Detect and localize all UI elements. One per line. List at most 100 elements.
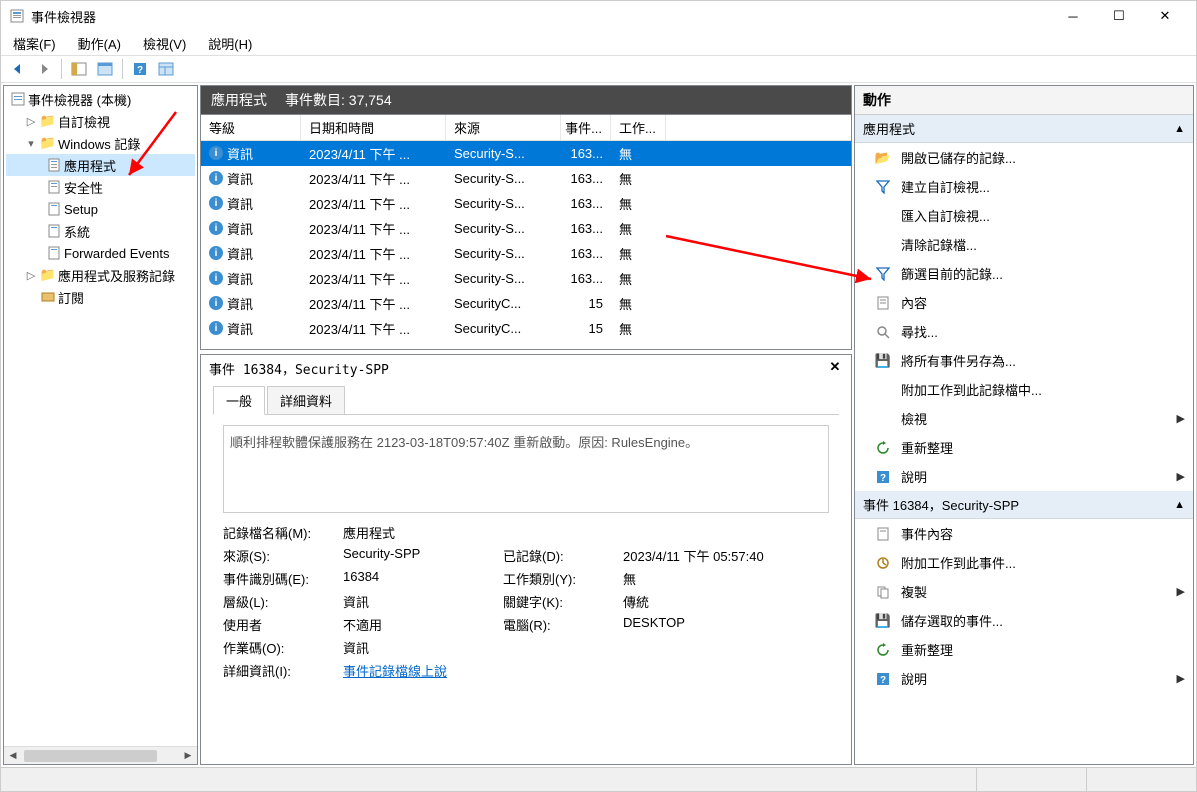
menu-help[interactable]: 說明(H) — [204, 32, 256, 55]
event-description[interactable]: 順利排程軟體保護服務在 2123-03-18T09:57:40Z 重新啟動。原因… — [223, 425, 829, 513]
action-attach-task-event[interactable]: 附加工作到此事件... — [855, 548, 1193, 577]
action-create-custom-view[interactable]: 建立自訂檢視... — [855, 172, 1193, 201]
action-view[interactable]: 檢視▶ — [855, 404, 1193, 433]
col-eventid[interactable]: 事件... — [561, 115, 611, 140]
view-options-button[interactable] — [155, 58, 177, 80]
label-eventid: 事件識別碼(E): — [223, 569, 343, 588]
folder-icon: 📁 — [40, 113, 56, 129]
statusbar — [1, 767, 1196, 791]
section-title-1: 應用程式 — [863, 119, 915, 138]
tab-details[interactable]: 詳細資料 — [267, 386, 345, 414]
section-title-2: 事件 16384，Security-SPP — [863, 495, 1019, 514]
action-find[interactable]: 尋找... — [855, 317, 1193, 346]
col-time[interactable]: 日期和時間 — [301, 115, 446, 140]
label-level: 層級(L): — [223, 592, 343, 611]
moreinfo-link[interactable]: 事件記錄檔線上說 — [343, 664, 447, 679]
forward-button[interactable] — [33, 58, 55, 80]
expand-icon[interactable]: ▷ — [24, 115, 38, 128]
tree-app-services[interactable]: ▷ 📁 應用程式及服務記錄 — [6, 264, 195, 286]
tree-security[interactable]: 安全性 — [6, 176, 195, 198]
value-user: 不適用 — [343, 615, 503, 634]
tree-hscrollbar[interactable]: ◀ ▶ — [4, 746, 197, 764]
tree-winlogs-label: Windows 記錄 — [58, 134, 140, 153]
collapse-icon[interactable]: ▲ — [1174, 499, 1185, 511]
col-task[interactable]: 工作... — [611, 115, 666, 140]
action-help-event[interactable]: ?說明▶ — [855, 664, 1193, 693]
label-taskcat: 工作類別(Y): — [503, 569, 623, 588]
actions-section-event[interactable]: 事件 16384，Security-SPP ▲ — [855, 491, 1193, 519]
event-row[interactable]: i資訊2023/4/11 下午 ...Security-S...163...無 — [201, 166, 851, 191]
label-user: 使用者 — [223, 615, 343, 634]
action-copy[interactable]: 複製▶ — [855, 577, 1193, 606]
maximize-button[interactable]: ☐ — [1096, 1, 1142, 31]
expand-icon[interactable]: ▷ — [24, 269, 38, 282]
menu-action[interactable]: 動作(A) — [74, 32, 125, 55]
collapse-icon[interactable]: ▾ — [24, 137, 38, 150]
window-title: 事件檢視器 — [31, 7, 1050, 26]
tree-subscriptions[interactable]: 訂閱 — [6, 286, 195, 308]
help-button[interactable]: ? — [129, 58, 151, 80]
tree-security-label: 安全性 — [64, 178, 103, 197]
action-properties[interactable]: 內容 — [855, 288, 1193, 317]
actions-section-application[interactable]: 應用程式 ▲ — [855, 115, 1193, 143]
view-icon — [875, 411, 891, 427]
action-import-custom-view[interactable]: 匯入自訂檢視... — [855, 201, 1193, 230]
event-row[interactable]: i資訊2023/4/11 下午 ...Security-S...163...無 — [201, 241, 851, 266]
menu-view[interactable]: 檢視(V) — [139, 32, 190, 55]
event-row[interactable]: i資訊2023/4/11 下午 ...Security-S...163...無 — [201, 266, 851, 291]
funnel-icon — [875, 266, 891, 282]
action-attach-task-log[interactable]: 附加工作到此記錄檔中... — [855, 375, 1193, 404]
event-row[interactable]: i資訊2023/4/11 下午 ...Security-S...163...無 — [201, 216, 851, 241]
tree-custom-label: 自訂檢視 — [58, 112, 110, 131]
action-help[interactable]: ?說明▶ — [855, 462, 1193, 491]
action-save-all-events[interactable]: 💾將所有事件另存為... — [855, 346, 1193, 375]
subscription-icon — [40, 289, 56, 305]
tree-forwarded[interactable]: Forwarded Events — [6, 242, 195, 264]
tree-setup-label: Setup — [64, 202, 98, 217]
event-row[interactable]: i資訊2023/4/11 下午 ...SecurityC...15無 — [201, 316, 851, 341]
svg-text:?: ? — [880, 675, 886, 686]
event-row[interactable]: i資訊2023/4/11 下午 ...SecurityC...15無 — [201, 291, 851, 316]
tree-system[interactable]: 系統 — [6, 220, 195, 242]
tree-root[interactable]: 事件檢視器 (本機) — [6, 88, 195, 110]
col-level[interactable]: 等級 — [201, 115, 301, 140]
col-source[interactable]: 來源 — [446, 115, 561, 140]
event-fields: 記錄檔名稱(M): 應用程式 來源(S): Security-SPP 已記錄(D… — [223, 523, 829, 680]
action-open-saved-log[interactable]: 📂開啟已儲存的記錄... — [855, 143, 1193, 172]
action-filter-log[interactable]: 篩選目前的記錄... — [855, 259, 1193, 288]
event-rows[interactable]: i資訊2023/4/11 下午 ...Security-S...163...無i… — [201, 141, 851, 349]
tree-custom-views[interactable]: ▷ 📁 自訂檢視 — [6, 110, 195, 132]
eventviewer-icon — [10, 91, 26, 107]
log-icon — [46, 223, 62, 239]
back-button[interactable] — [7, 58, 29, 80]
submenu-arrow-icon: ▶ — [1177, 412, 1185, 425]
action-refresh[interactable]: 重新整理 — [855, 433, 1193, 462]
collapse-icon[interactable]: ▲ — [1174, 123, 1185, 135]
tab-body: 順利排程軟體保護服務在 2123-03-18T09:57:40Z 重新啟動。原因… — [213, 414, 839, 752]
menu-file[interactable]: 檔案(F) — [9, 32, 60, 55]
close-icon[interactable]: ✕ — [827, 359, 843, 375]
tree-application[interactable]: 應用程式 — [6, 154, 195, 176]
folder-icon: 📁 — [40, 135, 56, 151]
value-logname: 應用程式 — [343, 523, 503, 542]
event-row[interactable]: i資訊2023/4/11 下午 ...Security-S...163...無 — [201, 141, 851, 166]
action-save-selected[interactable]: 💾儲存選取的事件... — [855, 606, 1193, 635]
info-icon: i — [209, 246, 223, 260]
log-count: 事件數目: 37,754 — [285, 90, 392, 110]
info-icon: i — [209, 171, 223, 185]
toolbar: ? — [1, 55, 1196, 83]
tree-root-label: 事件檢視器 (本機) — [28, 90, 131, 109]
tab-general[interactable]: 一般 — [213, 386, 265, 415]
event-row[interactable]: i資訊2023/4/11 下午 ...Security-S...163...無 — [201, 191, 851, 216]
tree-setup[interactable]: Setup — [6, 198, 195, 220]
info-icon: i — [209, 196, 223, 210]
label-logged: 已記錄(D): — [503, 546, 623, 565]
show-hide-tree-button[interactable] — [68, 58, 90, 80]
tree-windows-logs[interactable]: ▾ 📁 Windows 記錄 — [6, 132, 195, 154]
action-clear-log[interactable]: 清除記錄檔... — [855, 230, 1193, 259]
minimize-button[interactable]: ─ — [1050, 1, 1096, 31]
action-event-properties[interactable]: 事件內容 — [855, 519, 1193, 548]
panel-button[interactable] — [94, 58, 116, 80]
close-button[interactable]: ✕ — [1142, 1, 1188, 31]
action-refresh-event[interactable]: 重新整理 — [855, 635, 1193, 664]
